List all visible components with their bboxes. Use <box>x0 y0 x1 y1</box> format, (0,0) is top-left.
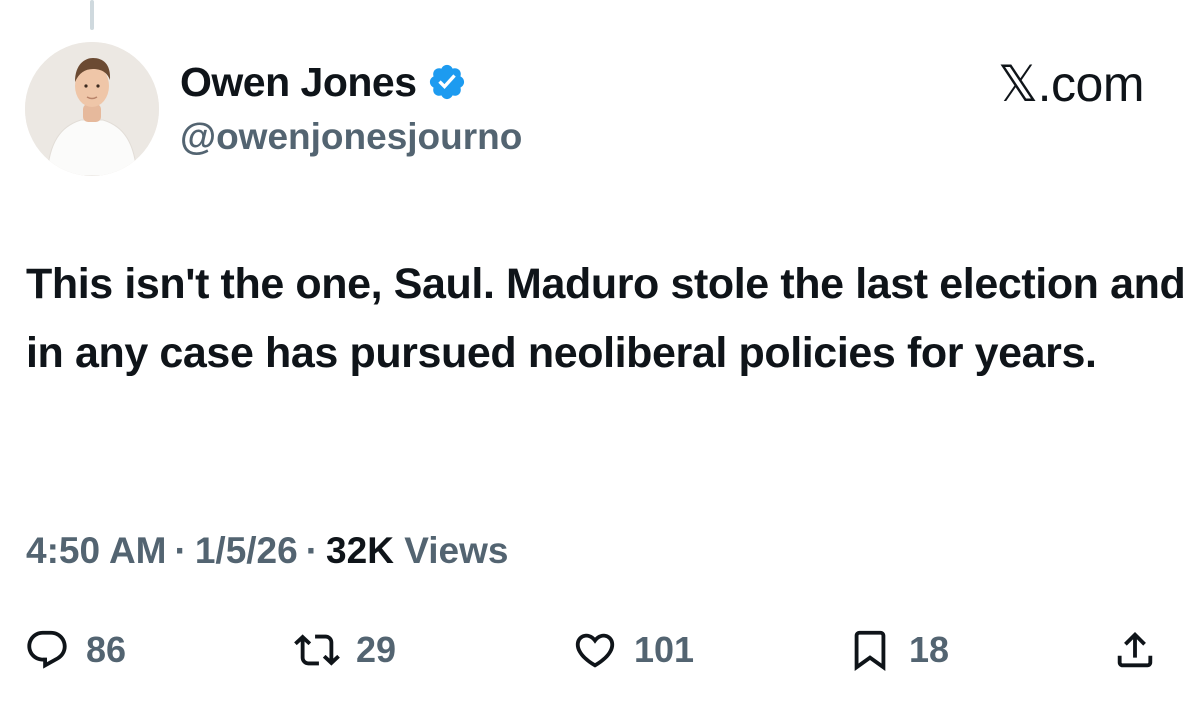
thread-connector-line <box>90 0 94 30</box>
tweet-meta: 4:50 AM · 1/5/26 · 32K Views <box>26 525 508 577</box>
like-count: 101 <box>634 629 695 670</box>
bookmark-button[interactable]: 18 <box>847 615 949 685</box>
reply-count: 86 <box>86 629 127 670</box>
author-display-name[interactable]: Owen Jones <box>180 56 417 108</box>
bookmark-count: 18 <box>909 629 950 670</box>
tweet-action-bar: 86 29 101 18 <box>22 615 1182 685</box>
meta-separator: · <box>305 530 319 571</box>
views-label: Views <box>404 530 509 571</box>
share-icon <box>1117 631 1153 668</box>
x-com-logo: 𝕏.com <box>997 56 1145 112</box>
like-button[interactable]: 101 <box>572 615 694 685</box>
verified-badge-icon[interactable] <box>427 62 467 102</box>
like-icon <box>575 633 615 668</box>
reply-button[interactable]: 86 <box>24 615 126 685</box>
views-count: 32K <box>326 530 394 571</box>
tweet-time[interactable]: 4:50 AM <box>26 530 167 571</box>
author-handle[interactable]: @owenjonesjourno <box>180 113 522 161</box>
author-name-row: Owen Jones <box>180 56 467 108</box>
meta-separator: · <box>174 530 187 571</box>
bookmark-icon <box>854 630 886 671</box>
repost-icon <box>294 634 340 666</box>
tweet-date[interactable]: 1/5/26 <box>195 530 298 571</box>
tweet-text: This isn't the one, Saul. Maduro stole t… <box>26 260 1186 377</box>
share-button[interactable] <box>1112 615 1158 685</box>
avatar-photo <box>25 42 159 176</box>
reply-icon <box>27 630 67 669</box>
repost-count: 29 <box>356 629 397 670</box>
repost-button[interactable]: 29 <box>294 615 396 685</box>
avatar[interactable] <box>25 42 159 176</box>
